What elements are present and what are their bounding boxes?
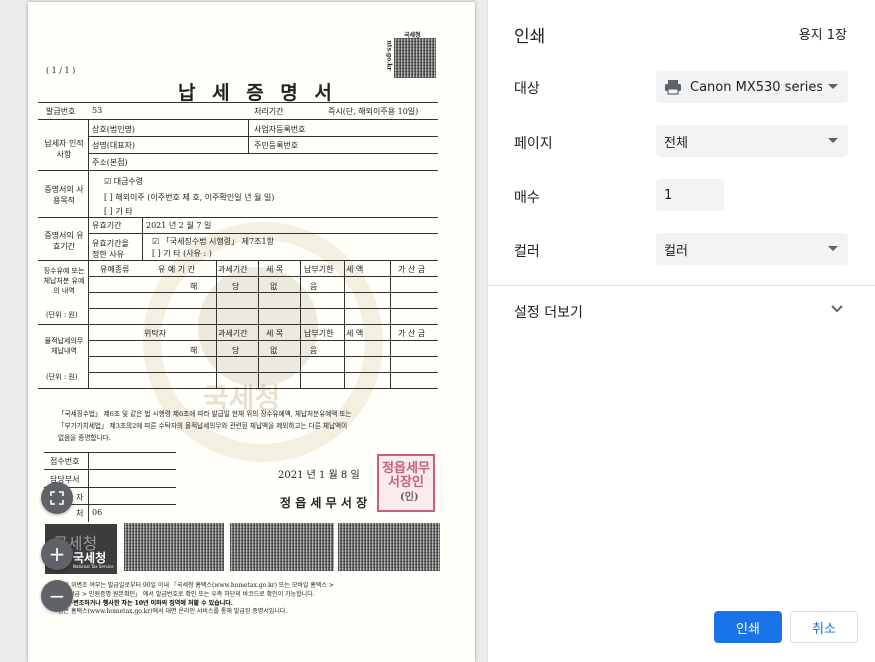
handler-label: 자 bbox=[76, 493, 84, 502]
bizno-label: 사업자등록번호 bbox=[254, 125, 306, 134]
none-2: 당 bbox=[232, 282, 240, 291]
col-type: 유예종류 bbox=[100, 265, 130, 274]
validity-period-label: 유효기간 bbox=[92, 221, 122, 230]
company-label: 상호(법인명) bbox=[92, 125, 136, 134]
copies-value: 1 bbox=[664, 187, 673, 203]
copies-label: 매수 bbox=[514, 190, 540, 206]
col-amount-2: 세 액 bbox=[346, 329, 364, 338]
none-7: 없 bbox=[270, 346, 278, 355]
color-value: 컬러 bbox=[664, 243, 688, 259]
col-year: 과세기간 bbox=[218, 265, 248, 274]
table1-label: 징수유예 또는 체납처분 유예의 내역 bbox=[43, 267, 85, 295]
page-counter: ( 1 / 1 ) bbox=[46, 66, 76, 75]
table2-unit: (단위 : 원) bbox=[46, 373, 78, 381]
none-6: 당 bbox=[232, 346, 240, 355]
qr-code bbox=[394, 38, 436, 78]
col-amount: 세 액 bbox=[346, 265, 364, 274]
validity-reason-1: ☑ 「국세징수법 시행령」 제7조1항 bbox=[152, 237, 274, 246]
official-stamp: 정읍세무서장인 bbox=[377, 454, 435, 512]
none-8: 음 bbox=[310, 346, 318, 355]
barcode-3 bbox=[338, 523, 440, 571]
fit-to-page-button[interactable] bbox=[41, 482, 73, 514]
barcode-2 bbox=[230, 523, 334, 571]
footnote-4: 명은 홈택스(www.hometax.go.kr)에서 대면 온라인 서비스를 … bbox=[58, 608, 288, 615]
document-page: 국세청 국세청 nts.go.kr ( 1 / 1 ) 납 세 증 명 서 발급… bbox=[28, 2, 475, 662]
validity-reason-label: 유효기간을 정한 사유 bbox=[92, 239, 129, 259]
table1-unit: (단위 : 원) bbox=[46, 311, 78, 319]
footnote-2: 증명발급 > 민원증명 원본확인」 에서 발급번호로 확인 또는 우측 하단의 … bbox=[58, 591, 315, 598]
certify-line-1: 「국세징수법」 제6조 및 같은 법 시행령 제6조에 따라 발급일 현재 위의… bbox=[58, 410, 352, 418]
purpose-label: 증명서의 사용목적 bbox=[44, 185, 84, 205]
none-1: 해 bbox=[190, 282, 198, 291]
pages-label: 페이지 bbox=[514, 136, 553, 152]
col-trustee: 위탁자 bbox=[144, 329, 167, 338]
destination-label: 대상 bbox=[514, 81, 540, 97]
col-extra-2: 가 산 금 bbox=[398, 329, 426, 338]
copies-input[interactable]: 1 bbox=[656, 179, 724, 211]
issue-no-label: 발급번호 bbox=[46, 107, 76, 116]
sheet-count: 용지 1장 bbox=[798, 28, 847, 43]
resident-label: 주민등록번호 bbox=[254, 141, 299, 150]
col-item: 세 목 bbox=[266, 265, 284, 274]
none-5: 해 bbox=[190, 346, 198, 355]
more-settings-toggle[interactable]: 설정 더보기 bbox=[488, 292, 875, 330]
taxpayer-label: 납세자 인적사항 bbox=[44, 139, 84, 159]
col-due: 납부기한 bbox=[304, 265, 334, 274]
site-label: nts.go.kr bbox=[385, 40, 393, 71]
office-name: 정 읍 세 무 서 장 bbox=[280, 496, 368, 510]
chevron-down-icon bbox=[828, 84, 838, 89]
destination-select[interactable]: Canon MX530 series F bbox=[656, 71, 848, 103]
divider bbox=[488, 285, 875, 286]
cancel-button[interactable]: 취소 bbox=[790, 611, 858, 643]
fit-to-page-icon bbox=[50, 491, 64, 505]
color-label: 컬러 bbox=[514, 244, 540, 260]
zoom-in-button[interactable]: + bbox=[41, 538, 73, 570]
name-label: 성명(대표자) bbox=[92, 141, 136, 150]
phone-value: 06 bbox=[92, 508, 103, 517]
col-period: 유 예 기 간 bbox=[158, 265, 196, 274]
purpose-option-3: [ ] 기 타 bbox=[104, 207, 133, 216]
pages-value: 전체 bbox=[664, 135, 688, 151]
processing-label: 처리기간 bbox=[254, 107, 284, 116]
more-settings-label: 설정 더보기 bbox=[514, 305, 583, 321]
certify-line-2: 「부가가치세법」 제3조의2에 따른 수탁자의 물적납세의무와 관련된 체납액을… bbox=[58, 422, 348, 430]
print-button[interactable]: 인쇄 bbox=[714, 611, 782, 643]
issue-no-value: 53 bbox=[92, 106, 103, 115]
col-item-2: 세 목 bbox=[266, 329, 284, 338]
purpose-option-1: ☑ 대금수령 bbox=[104, 177, 144, 186]
expand-chevron-icon bbox=[831, 305, 843, 313]
certify-line-3: 없음을 증명합니다. bbox=[58, 434, 111, 442]
validity-label: 증명서의 유효기간 bbox=[44, 231, 84, 251]
table2-label: 물적납세의무 체납내역 bbox=[44, 337, 84, 355]
address-label: 주소(본점) bbox=[92, 158, 128, 167]
printer-icon bbox=[665, 80, 681, 95]
pages-select[interactable]: 전체 bbox=[656, 125, 848, 157]
agency-label: 국세청 bbox=[404, 32, 421, 39]
issue-date: 2021 년 1 월 8 일 bbox=[278, 470, 360, 481]
purpose-option-2: [ ] 해외이주 (이주번호 제 호, 이주확인일 년 월 일) bbox=[104, 193, 275, 202]
panel-title: 인쇄 bbox=[514, 27, 546, 47]
document-title: 납 세 증 명 서 bbox=[178, 82, 337, 104]
col-due-2: 납부기한 bbox=[304, 329, 334, 338]
chevron-down-icon bbox=[828, 246, 838, 251]
chevron-down-icon bbox=[828, 138, 838, 143]
validity-reason-2: [ ] 기 타 (사유 : ) bbox=[152, 249, 212, 258]
processing-value: 즉시(단, 해외이주용 10일) bbox=[328, 107, 419, 116]
color-select[interactable]: 컬러 bbox=[656, 233, 848, 265]
destination-value: Canon MX530 series F bbox=[690, 79, 822, 95]
barcode-1 bbox=[124, 523, 224, 571]
validity-date: 2021 년 2 월 7 일 bbox=[146, 221, 212, 230]
none-3: 없 bbox=[270, 282, 278, 291]
receipt-label: 접수번호 bbox=[50, 457, 80, 466]
print-settings-panel: 인쇄 용지 1장 대상 Canon MX530 series F 페이지 전체 … bbox=[487, 0, 875, 662]
col-year-2: 과세기간 bbox=[218, 329, 248, 338]
footnote-1: 서의 위변조 여부는 발급일로부터 90일 이내 「국세청 홈택스(www.ho… bbox=[58, 582, 334, 589]
phone-label: 처 bbox=[76, 509, 84, 518]
none-4: 음 bbox=[310, 282, 318, 291]
zoom-out-button[interactable]: − bbox=[41, 580, 73, 612]
print-preview-area: 국세청 국세청 nts.go.kr ( 1 / 1 ) 납 세 증 명 서 발급… bbox=[0, 0, 487, 662]
col-extra: 가 산 금 bbox=[398, 265, 426, 274]
